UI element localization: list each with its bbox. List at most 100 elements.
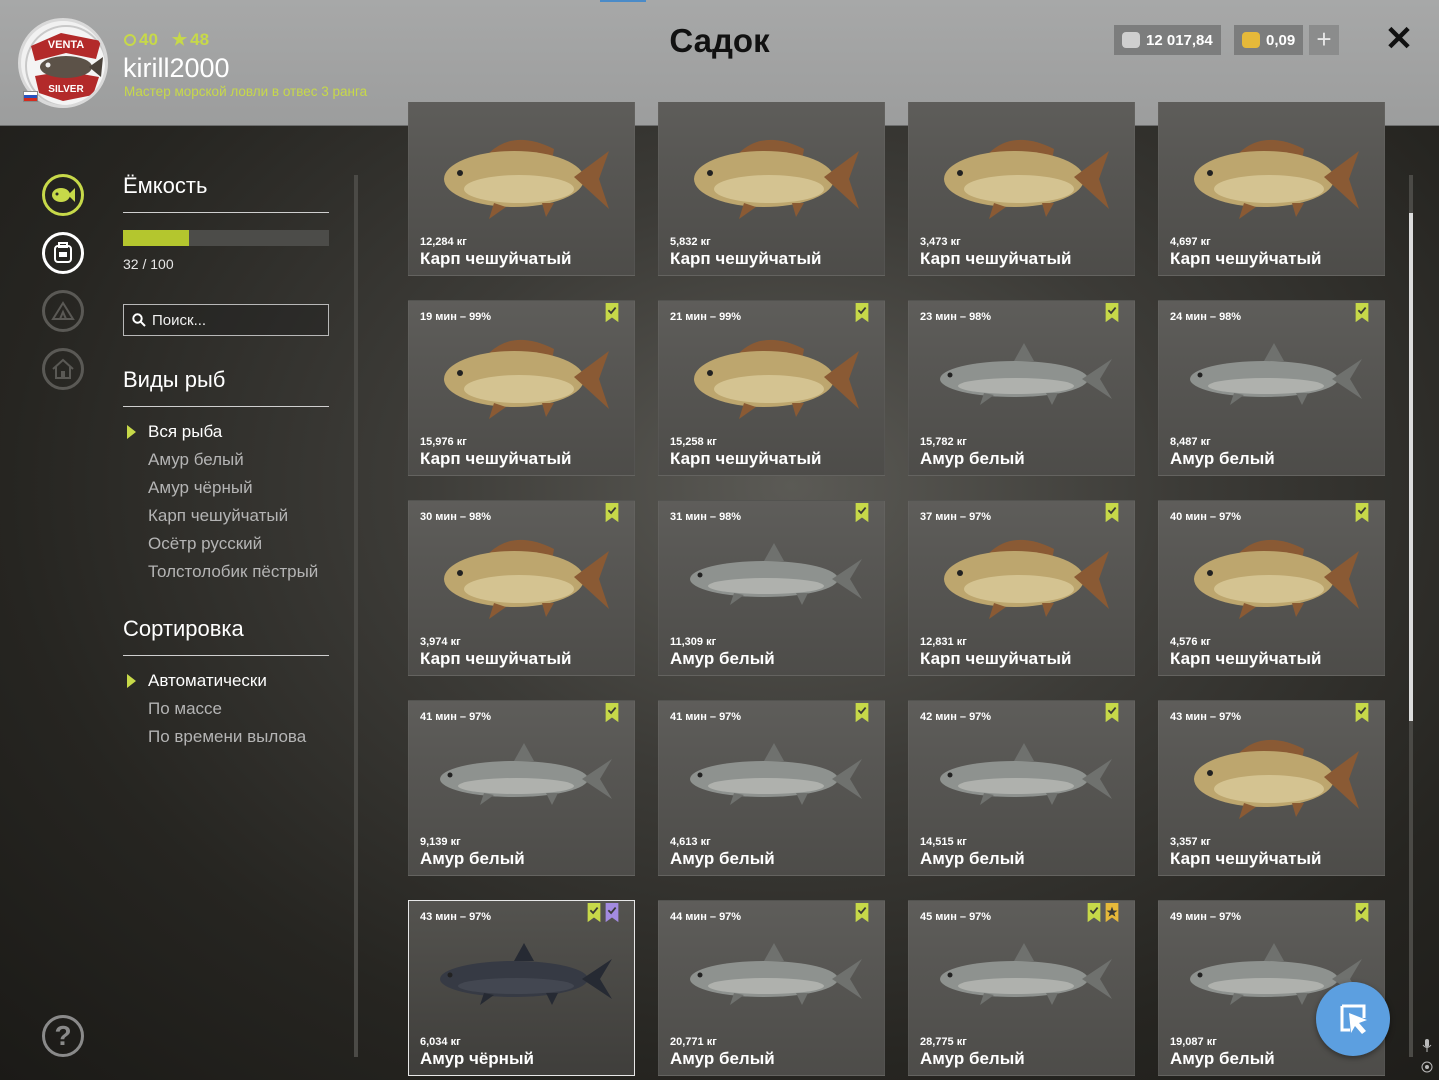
- fish-name: Амур белый: [670, 649, 775, 668]
- species-item-black-amur[interactable]: Амур чёрный: [148, 478, 253, 498]
- fish-card[interactable]: 23 мин – 98% 15,782 кг Амур белый: [908, 300, 1135, 476]
- fish-card[interactable]: 31 мин – 98% 11,309 кг Амур белый: [658, 500, 885, 676]
- mic-icon[interactable]: [1420, 1039, 1433, 1052]
- fish-card[interactable]: 44 мин – 97% 20,771 кг Амур белый: [658, 900, 885, 1076]
- fish-card[interactable]: 41 мин – 97% 4,613 кг Амур белый: [658, 700, 885, 876]
- fish-card[interactable]: 4,697 кг Карп чешуйчатый: [1158, 102, 1385, 276]
- fish-card[interactable]: 3,473 кг Карп чешуйчатый: [908, 102, 1135, 276]
- check-bookmark-icon[interactable]: [1104, 703, 1120, 723]
- gold-coin-icon: [1242, 32, 1260, 48]
- level-ring-icon: [124, 34, 136, 46]
- check-bookmark-icon[interactable]: [604, 703, 620, 723]
- fish-name: Амур белый: [670, 1049, 775, 1068]
- home-icon: [52, 358, 74, 379]
- fish-name: Карп чешуйчатый: [420, 249, 572, 268]
- fish-card[interactable]: 45 мин – 97% 28,775 кг Амур белый: [908, 900, 1135, 1076]
- check-bookmark-icon[interactable]: [1354, 903, 1370, 923]
- bookmark-badges: [1086, 903, 1120, 923]
- fish-name: Амур белый: [670, 849, 775, 868]
- catch-time: 41 мин – 97%: [420, 711, 492, 723]
- check-bookmark-icon[interactable]: [604, 503, 620, 523]
- sort-item-time[interactable]: По времени вылова: [148, 727, 306, 747]
- close-button[interactable]: ✕: [1383, 22, 1415, 56]
- check-bookmark-icon[interactable]: [1354, 703, 1370, 723]
- bookmark-badges: [854, 903, 870, 923]
- catch-time: 23 мин – 98%: [920, 311, 992, 323]
- fish-card[interactable]: 43 мин – 97% 3,357 кг Карп чешуйчатый: [1158, 700, 1385, 876]
- carp-image: [444, 139, 609, 219]
- fish-name: Амур белый: [920, 449, 1025, 468]
- fish-name: Амур белый: [920, 849, 1025, 868]
- check-bookmark-icon[interactable]: [854, 703, 870, 723]
- fish-card[interactable]: 19 мин – 99% 15,976 кг Карп чешуйчатый: [408, 300, 635, 476]
- amur-image: [940, 743, 1112, 805]
- fish-card[interactable]: 37 мин – 97% 12,831 кг Карп чешуйчатый: [908, 500, 1135, 676]
- fish-weight: 15,258 кг: [670, 436, 717, 448]
- carp-image: [1194, 539, 1359, 619]
- fish-name: Карп чешуйчатый: [670, 449, 822, 468]
- fish-name: Карп чешуйчатый: [670, 249, 822, 268]
- bookmark-badges: [854, 303, 870, 323]
- search-box[interactable]: [123, 304, 329, 336]
- fish-card[interactable]: 5,832 кг Карп чешуйчатый: [658, 102, 885, 276]
- backpack-tab[interactable]: [42, 232, 84, 274]
- check-bookmark-icon[interactable]: [604, 303, 620, 323]
- bookmark-badges: [854, 503, 870, 523]
- bookmark-badges: [604, 503, 620, 523]
- svg-text:SILVER: SILVER: [48, 84, 84, 95]
- grid-scrollbar[interactable]: [1409, 175, 1413, 1057]
- fish-card[interactable]: 21 мин – 99% 15,258 кг Карп чешуйчатый: [658, 300, 885, 476]
- catch-time: 37 мин – 97%: [920, 511, 992, 523]
- fish-card[interactable]: 40 мин – 97% 4,576 кг Карп чешуйчатый: [1158, 500, 1385, 676]
- check-bookmark-icon[interactable]: [1354, 303, 1370, 323]
- species-item-sturgeon[interactable]: Осётр русский: [148, 534, 262, 554]
- tent-tab[interactable]: [42, 290, 84, 332]
- species-item-bighead[interactable]: Толстолобик пёстрый: [148, 562, 318, 582]
- fish-weight: 15,782 кг: [920, 436, 967, 448]
- sort-item-mass[interactable]: По массе: [148, 699, 222, 719]
- help-button[interactable]: ?: [42, 1015, 84, 1057]
- mic-glyph: [1422, 1039, 1431, 1052]
- bookmark-badges: [1104, 503, 1120, 523]
- amur-image: [690, 943, 862, 1005]
- fish-card[interactable]: 30 мин – 98% 3,974 кг Карп чешуйчатый: [408, 500, 635, 676]
- fish-card[interactable]: 24 мин – 98% 8,487 кг Амур белый: [1158, 300, 1385, 476]
- check-bookmark-icon[interactable]: [854, 503, 870, 523]
- check-bookmark-icon[interactable]: [1104, 503, 1120, 523]
- fish-name: Карп чешуйчатый: [1170, 649, 1322, 668]
- fish-card[interactable]: 43 мин – 97% 6,034 кг Амур чёрный: [408, 900, 635, 1076]
- panel-scrollbar[interactable]: [354, 175, 358, 1057]
- catch-time: 43 мин – 97%: [1170, 711, 1242, 723]
- check-bookmark-icon[interactable]: [854, 303, 870, 323]
- search-input[interactable]: [152, 311, 322, 329]
- check-bookmark-icon[interactable]: [586, 903, 602, 923]
- star-bookmark-icon[interactable]: [1104, 903, 1120, 923]
- check-bookmark-icon[interactable]: [1354, 503, 1370, 523]
- home-tab[interactable]: [42, 348, 84, 390]
- fish-card[interactable]: 42 мин – 97% 14,515 кг Амур белый: [908, 700, 1135, 876]
- species-item-white-amur[interactable]: Амур белый: [148, 450, 244, 470]
- grid-scrollbar-thumb[interactable]: [1409, 213, 1413, 721]
- backpack-icon: [54, 242, 72, 263]
- species-item-all[interactable]: Вся рыба: [148, 422, 222, 442]
- bookmark-badges: [1354, 303, 1370, 323]
- carp-image: [444, 539, 609, 619]
- fish-card[interactable]: 12,284 кг Карп чешуйчатый: [408, 102, 635, 276]
- fish-tab[interactable]: [42, 174, 84, 216]
- purple-bookmark-icon[interactable]: [604, 903, 620, 923]
- sort-item-auto[interactable]: Автоматически: [148, 671, 267, 691]
- fish-weight: 12,284 кг: [420, 236, 467, 248]
- species-item-carp[interactable]: Карп чешуйчатый: [148, 506, 288, 526]
- fish-name: Амур чёрный: [420, 1049, 534, 1068]
- target-icon[interactable]: [1420, 1061, 1433, 1074]
- catch-time: 24 мин – 98%: [1170, 311, 1242, 323]
- check-bookmark-icon[interactable]: [1086, 903, 1102, 923]
- fish-weight: 15,976 кг: [420, 436, 467, 448]
- fish-card[interactable]: 41 мин – 97% 9,139 кг Амур белый: [408, 700, 635, 876]
- add-currency-button[interactable]: +: [1309, 25, 1339, 55]
- check-bookmark-icon[interactable]: [1104, 303, 1120, 323]
- divider: [123, 406, 329, 407]
- catch-time: 31 мин – 98%: [670, 511, 742, 523]
- check-bookmark-icon[interactable]: [854, 903, 870, 923]
- cursor-mode-button[interactable]: [1316, 982, 1390, 1056]
